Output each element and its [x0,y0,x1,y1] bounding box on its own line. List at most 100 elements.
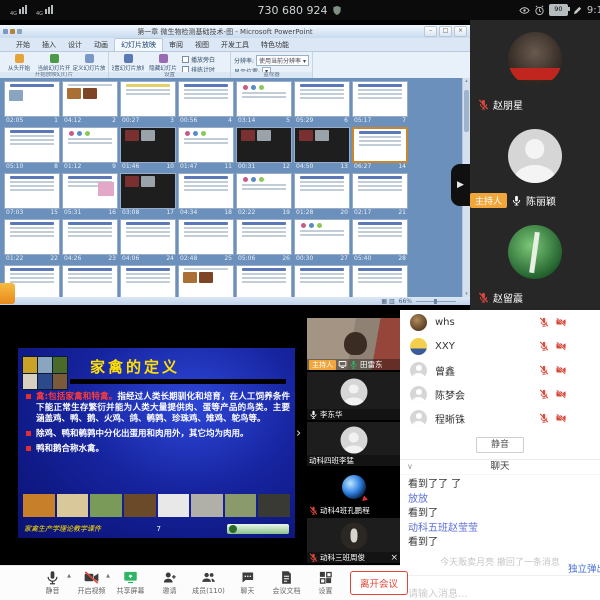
slide-thumbnail-label: 02:1721 [352,209,408,217]
ribbon-button[interactable]: 从头开始 [3,53,35,72]
ribbon-tab-6[interactable]: 视图 [189,39,215,51]
slide-thumbnail[interactable]: 01:4711 [178,127,234,171]
caret-up-icon[interactable]: ▲ [67,573,71,579]
video-tile[interactable]: 动科四班李猛 [307,422,400,466]
slide-thumbnail[interactable]: 02:0730 [62,265,118,297]
slide-thumbnail[interactable]: 00:273 [120,81,176,125]
slide-thumbnail[interactable]: 04:5731 [120,265,176,297]
collapse-panel-handle[interactable]: ▶ [451,164,470,206]
video-tile[interactable]: 赵朋星 [470,20,600,117]
chevron-down-icon[interactable]: ∨ [407,460,413,474]
slide-thumbnail[interactable]: 03:145 [236,81,292,125]
slide-thumbnail[interactable]: 00:3112 [236,127,292,171]
slide-thumbnail[interactable]: 02:2219 [236,173,292,217]
slide-thumbnail[interactable]: 01:2820 [294,173,350,217]
view-buttons[interactable]: ▦ ▥ [381,298,394,305]
chat-messages[interactable]: 看到了了 了放放看到了动科五班赵莹莹看到了今天贩卖月亮 撤回了一条消息 [400,475,600,566]
participant-name: whs [435,317,531,328]
ribbon-button[interactable]: 自定义幻灯片放映 [73,53,105,72]
slide-thumbnail[interactable]: 02:2135 [352,265,408,297]
ribbon-button[interactable]: 从当前幻灯片开始 [38,53,70,72]
slide-thumbnail[interactable]: 01:4610 [120,127,176,171]
scrollbar-thumb[interactable] [464,90,469,132]
ribbon-button[interactable]: 设置幻灯片放映 [112,53,144,72]
slide-thumbnail[interactable]: 00:564 [178,81,234,125]
ribbon-tab-3[interactable]: 动画 [88,39,114,51]
toolbar-item-共享屏幕[interactable]: 共享屏幕 [111,570,150,596]
floating-widget[interactable] [0,283,15,304]
slide-thumbnail[interactable]: 04:3418 [178,173,234,217]
toolbar-item-邀请[interactable]: 邀请 [150,570,189,596]
participant-row[interactable]: 程晰铢 [400,406,600,430]
rehearsal-time: 02:05 [6,117,23,125]
slide-thumbnail[interactable]: 03:0817 [120,173,176,217]
ribbon-checkbox[interactable]: 播放旁白 [182,55,227,64]
toolbar-item-会议文档[interactable]: 会议文档 [267,570,306,596]
slide-thumbnail[interactable]: 06:2714 [352,127,408,171]
caret-up-icon[interactable]: ▲ [106,573,110,579]
slide-thumbnail[interactable]: 02:051 [4,81,60,125]
ribbon-tab-4[interactable]: 幻灯片放映 [114,38,163,51]
maximize-button[interactable]: □ [439,26,452,37]
scroll-up-icon[interactable]: ▴ [463,78,470,84]
video-tile[interactable]: 动科4班孔鹏程 [307,468,400,516]
slide-thumbnail[interactable]: 02:1721 [352,173,408,217]
chat-input[interactable]: 请输入消息... [400,575,600,600]
slide-thumbnail[interactable]: 00:3027 [294,219,350,263]
toolbar-item-成员(110)[interactable]: 成员(110) [189,570,228,596]
chat-header[interactable]: ∨ 聊天 [400,459,600,475]
slide-thumbnail[interactable]: 05:296 [294,81,350,125]
popout-chat-link[interactable]: 独立弹出 [568,561,600,575]
slide-thumbnail[interactable]: 04:5013 [294,127,350,171]
tile-name-label: 李东华 [307,409,400,420]
ribbon-tab-7[interactable]: 开发工具 [215,39,255,51]
zoom-slider[interactable] [416,301,456,302]
slide-thumbnail[interactable]: 05:3116 [62,173,118,217]
slide-thumbnail[interactable]: 05:177 [352,81,408,125]
slide-thumbnail[interactable]: 04:2623 [62,219,118,263]
slide-sorter[interactable]: 02:05104:12200:27300:56403:14505:29605:1… [0,78,462,297]
ribbon-tab-5[interactable]: 审阅 [163,39,189,51]
slide-thumbnail[interactable]: 05:0626 [236,219,292,263]
toolbar-item-静音[interactable]: ▲静音 [33,570,72,596]
video-tile[interactable]: 动科三班周俊× [307,518,400,563]
ribbon-button-label: 自定义幻灯片放映 [73,64,105,72]
participant-row[interactable]: 陈梦会 [400,382,600,406]
ribbon-button[interactable]: 隐藏幻灯片 [147,53,179,72]
expand-strip-handle[interactable]: › [296,426,301,441]
minimize-button[interactable]: – [424,26,437,37]
leave-meeting-button[interactable]: 离开会议 [350,571,408,595]
participant-row[interactable]: whs [400,310,600,334]
resolution-select[interactable]: 使用当前分辨率 ▾ [256,55,309,66]
toolbar-item-聊天[interactable]: 聊天 [228,570,267,596]
slide-thumbnail[interactable]: 04:122 [62,81,118,125]
ribbon-tab-2[interactable]: 设计 [62,39,88,51]
video-tile[interactable]: 主持人陈丽颖 [470,117,600,214]
slide-thumbnail[interactable]: 01:2222 [4,219,60,263]
slide-thumbnail[interactable]: 05:0732 [178,265,234,297]
slide-thumbnail[interactable]: 04:0624 [120,219,176,263]
video-tile[interactable]: 李东华 [307,372,400,420]
slide-thumbnail[interactable]: 05:4028 [352,219,408,263]
toolbar-item-开启视频[interactable]: ▲开启视频 [72,570,111,596]
participant-row[interactable]: XXY [400,334,600,358]
slide-thumbnail[interactable]: 05:108 [4,127,60,171]
quick-access-toolbar[interactable] [3,29,22,34]
slide-thumbnail[interactable]: 01:129 [62,127,118,171]
ribbon-tab-0[interactable]: 开始 [10,39,36,51]
video-tile[interactable]: 赵留震 [470,213,600,310]
participant-row[interactable]: 曾鑫 [400,358,600,382]
close-icon[interactable]: × [390,553,398,563]
video-tile[interactable]: 主持人田雷东 [307,318,400,370]
slide-thumbnail[interactable]: 04:0634 [294,265,350,297]
close-button[interactable]: × [454,26,467,37]
slide-thumbnail[interactable]: 02:5233 [236,265,292,297]
slide-thumbnail[interactable]: 02:4825 [178,219,234,263]
slide-thumbnail[interactable]: 07:0315 [4,173,60,217]
toolbar-item-设置[interactable]: 设置 [306,570,345,596]
ppt-title-bar[interactable]: 第一章 微生物检测基础技术-图 - Microsoft PowerPoint –… [0,25,470,38]
resolution-row[interactable]: 分辨率:使用当前分辨率 ▾ [234,55,309,66]
ribbon-tab-8[interactable]: 特色功能 [255,39,295,51]
ribbon-tab-1[interactable]: 插入 [36,39,62,51]
mute-all-button[interactable]: 静音 [476,437,524,453]
